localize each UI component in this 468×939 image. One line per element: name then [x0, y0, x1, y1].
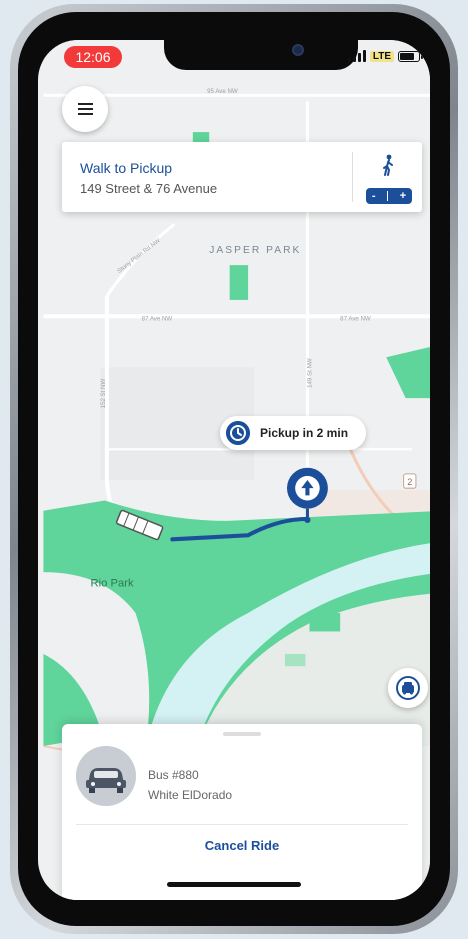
status-indicators: LTE [347, 50, 423, 62]
road-badge-number: 2 [407, 477, 412, 487]
walk-address: 149 Street & 76 Avenue [80, 181, 218, 196]
map-park-label: Rio Park [91, 577, 135, 589]
walk-title: Walk to Pickup [80, 160, 173, 176]
walk-to-pickup-card[interactable]: Walk to Pickup 149 Street & 76 Avenue - … [62, 142, 422, 212]
vehicle-avatar [76, 746, 136, 806]
map-street-label: 95 Ave NW [207, 88, 238, 95]
menu-icon [77, 103, 93, 105]
cancel-ride-button[interactable]: Cancel Ride [62, 824, 422, 866]
map-street-label: 152 St NW [100, 379, 107, 409]
map-area-label: JASPER PARK [209, 245, 301, 256]
map-street-label: 149 St NW [307, 358, 314, 388]
front-camera [292, 44, 304, 56]
bus-number: Bus #880 [148, 768, 199, 782]
card-divider [352, 152, 353, 202]
app-screen: 2 JASPER PARK Rio Park 87 Ave NW 87 Ave … [38, 40, 430, 900]
park-block [309, 613, 341, 632]
park-block [229, 265, 249, 300]
park-block [284, 653, 306, 667]
menu-button[interactable] [62, 86, 108, 132]
phone-notch [164, 40, 358, 70]
walk-zoom-control: - + [366, 188, 412, 204]
pickup-eta-badge: Pickup in 2 min [220, 416, 366, 450]
vehicle-description: White ElDorado [148, 788, 233, 802]
status-time: 12:06 [64, 46, 122, 68]
pickup-eta-text: Pickup in 2 min [260, 426, 349, 440]
recenter-button[interactable] [388, 668, 428, 708]
map-street-label: 87 Ave NW [340, 315, 371, 322]
signal-icon [347, 50, 366, 62]
sheet-drag-handle[interactable] [223, 732, 261, 736]
battery-icon [398, 50, 423, 62]
clock-icon [226, 421, 250, 445]
map-street-label: 87 Ave NW [142, 315, 173, 322]
zoom-separator [387, 191, 389, 201]
zoom-in-button[interactable]: + [400, 190, 406, 202]
ride-details-sheet: Bus #880 White ElDorado Cancel Ride [62, 724, 422, 900]
zoom-out-button[interactable]: - [372, 190, 376, 202]
home-indicator[interactable] [167, 882, 301, 887]
walking-person-icon [383, 154, 393, 176]
network-label: LTE [369, 50, 394, 62]
